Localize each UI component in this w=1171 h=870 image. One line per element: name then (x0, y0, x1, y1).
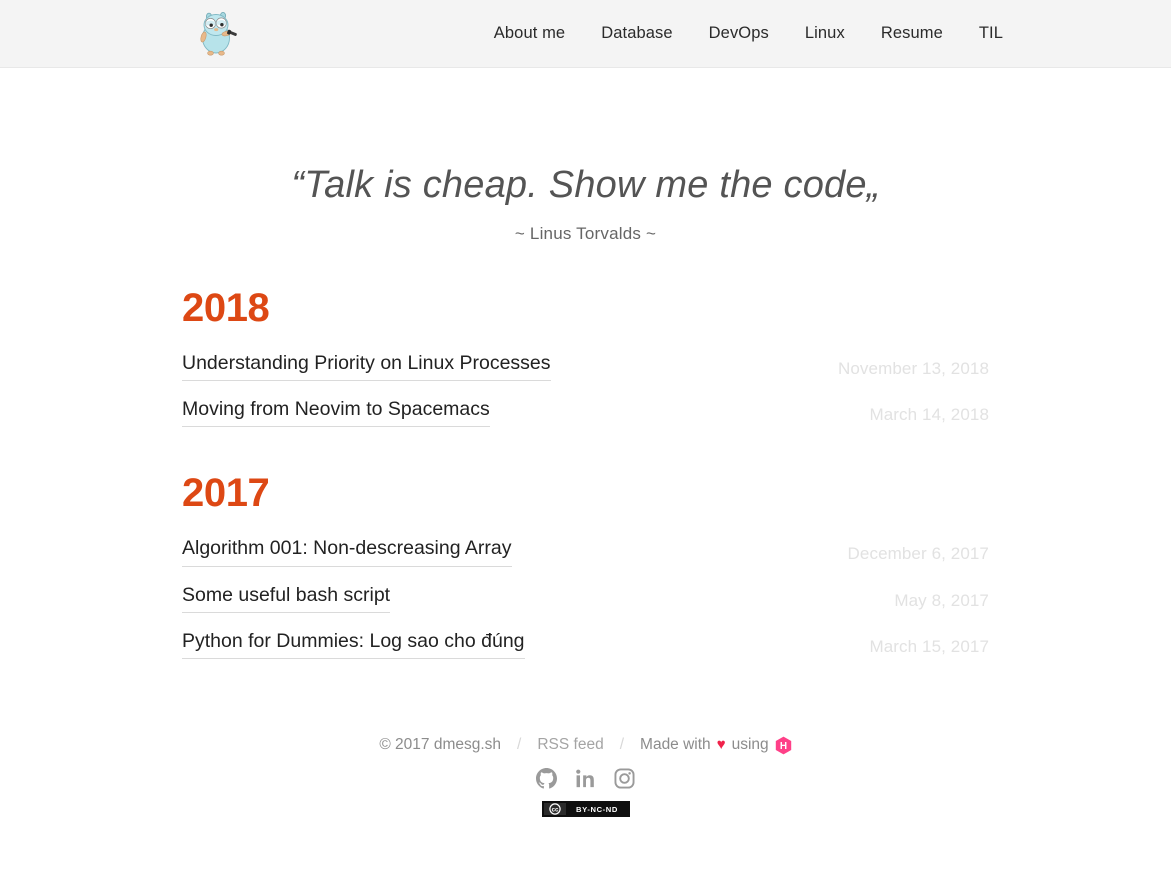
svg-text:cc: cc (551, 808, 558, 814)
nav-about-me[interactable]: About me (476, 19, 583, 48)
social-links-row (0, 768, 1171, 789)
post-list-item: Some useful bash script May 8, 2017 (182, 583, 989, 613)
nav-database[interactable]: Database (583, 19, 690, 48)
post-title-link[interactable]: Algorithm 001: Non-descreasing Array (182, 536, 512, 567)
site-header: About me Database DevOps Linux Resume TI… (0, 0, 1171, 68)
quote-text: “Talk is cheap. Show me the code„ (291, 164, 880, 206)
post-title-link[interactable]: Understanding Priority on Linux Processe… (182, 351, 551, 381)
linkedin-link[interactable] (575, 768, 596, 789)
github-icon (536, 768, 557, 789)
post-date: March 14, 2018 (869, 404, 989, 424)
made-with-prefix: Made with (640, 736, 711, 754)
quote-author: ~ Linus Torvalds ~ (514, 223, 657, 243)
post-list-item: Moving from Neovim to Spacemacs March 14… (182, 397, 989, 428)
site-footer: © 2017 dmesg.sh / RSS feed / Made with ♥… (0, 735, 1171, 832)
footer-separator: / (619, 736, 625, 754)
post-date: December 6, 2017 (847, 544, 989, 564)
linkedin-icon (576, 769, 594, 788)
post-list-item: Python for Dummies: Log sao cho đúng Mar… (182, 629, 989, 660)
post-date: November 13, 2018 (837, 358, 989, 378)
svg-text:BY-NC-ND: BY-NC-ND (576, 806, 618, 815)
heart-icon: ♥ (716, 736, 726, 754)
post-date: March 15, 2017 (869, 637, 989, 656)
post-list-item: Understanding Priority on Linux Processe… (182, 351, 989, 381)
footer-separator: / (517, 736, 522, 754)
nav-resume[interactable]: Resume (863, 19, 961, 48)
site-logo-link[interactable] (196, 10, 240, 58)
nav-devops[interactable]: DevOps (691, 19, 787, 48)
year-heading: 2018 (182, 285, 270, 330)
hero-quote-section: “Talk is cheap. Show me the code„ ~ Linu… (0, 68, 1171, 244)
year-group-2018: 2018 Understanding Priority on Linux Pro… (182, 286, 989, 428)
instagram-link[interactable] (614, 768, 635, 789)
post-list-item: Algorithm 001: Non-descreasing Array Dec… (182, 536, 989, 567)
main-navigation: About me Database DevOps Linux Resume TI… (476, 19, 1003, 48)
nav-linux[interactable]: Linux (787, 19, 863, 48)
go-gopher-logo-icon (200, 11, 237, 56)
creative-commons-license-link[interactable]: cc BY-NC-ND (541, 801, 630, 818)
post-date: May 8, 2017 (894, 590, 989, 610)
made-with-text: Made with ♥ using (640, 737, 769, 753)
hugo-hexagon-icon: H (775, 736, 791, 755)
post-title-link[interactable]: Python for Dummies: Log sao cho đúng (182, 629, 525, 660)
year-group-2017: 2017 Algorithm 001: Non-descreasing Arra… (182, 471, 989, 660)
made-with-suffix: using (731, 736, 769, 754)
nav-til[interactable]: TIL (961, 19, 1003, 48)
svg-text:H: H (780, 742, 787, 753)
cc-by-nc-nd-badge-icon: cc BY-NC-ND (541, 801, 630, 818)
copyright-text: © 2017 dmesg.sh (379, 736, 502, 754)
year-heading: 2017 (182, 471, 270, 516)
rss-feed-link[interactable]: RSS feed (537, 737, 603, 753)
hugo-logo-link[interactable]: H (775, 736, 792, 755)
footer-meta-row: © 2017 dmesg.sh / RSS feed / Made with ♥… (0, 735, 1171, 755)
post-title-link[interactable]: Some useful bash script (182, 583, 391, 613)
github-link[interactable] (536, 768, 557, 789)
post-title-link[interactable]: Moving from Neovim to Spacemacs (182, 397, 490, 428)
post-archive: 2018 Understanding Priority on Linux Pro… (182, 244, 989, 660)
instagram-icon (614, 768, 635, 789)
